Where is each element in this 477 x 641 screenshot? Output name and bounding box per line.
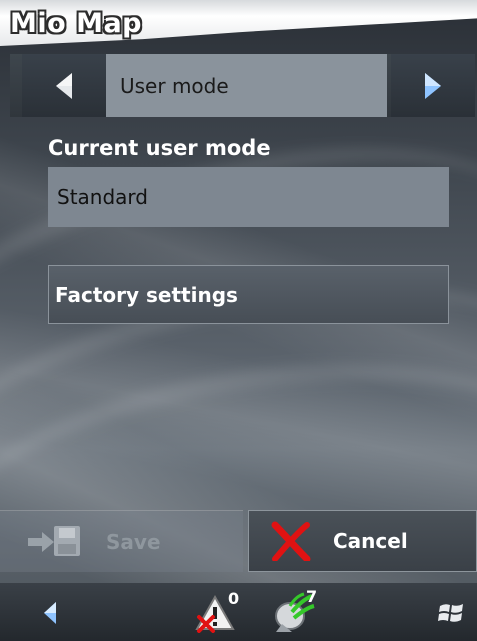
cancel-label: Cancel <box>333 529 408 553</box>
windows-flag-icon <box>438 604 463 622</box>
save-label: Save <box>106 529 161 554</box>
app-title: Mio Map <box>10 8 142 39</box>
factory-settings-button[interactable]: Factory settings <box>48 265 449 324</box>
satellites-count: 7 <box>306 587 318 606</box>
mio-map-screen: Mio Map User mode Current user mode Stan… <box>0 0 477 641</box>
current-user-mode-field[interactable]: Standard <box>48 167 449 227</box>
arrow-right-icon <box>425 72 441 99</box>
mode-title: User mode <box>106 54 387 117</box>
cancel-button[interactable]: Cancel <box>248 510 477 572</box>
taskbar: 0 7 <box>0 583 477 641</box>
start-button[interactable] <box>436 599 466 627</box>
back-button[interactable] <box>40 599 60 627</box>
save-button[interactable]: Save <box>0 510 243 572</box>
next-mode-button[interactable] <box>391 54 475 117</box>
warnings-indicator[interactable]: 0 <box>190 589 240 637</box>
back-arrow-icon <box>44 602 56 624</box>
current-user-mode-label: Current user mode <box>48 136 271 160</box>
gps-satellites-indicator[interactable]: 7 <box>268 587 320 637</box>
cancel-x-icon <box>271 521 311 561</box>
warnings-count: 0 <box>228 589 240 608</box>
save-icon <box>28 525 80 556</box>
arrow-left-icon <box>56 72 72 99</box>
previous-mode-button[interactable] <box>22 54 106 117</box>
